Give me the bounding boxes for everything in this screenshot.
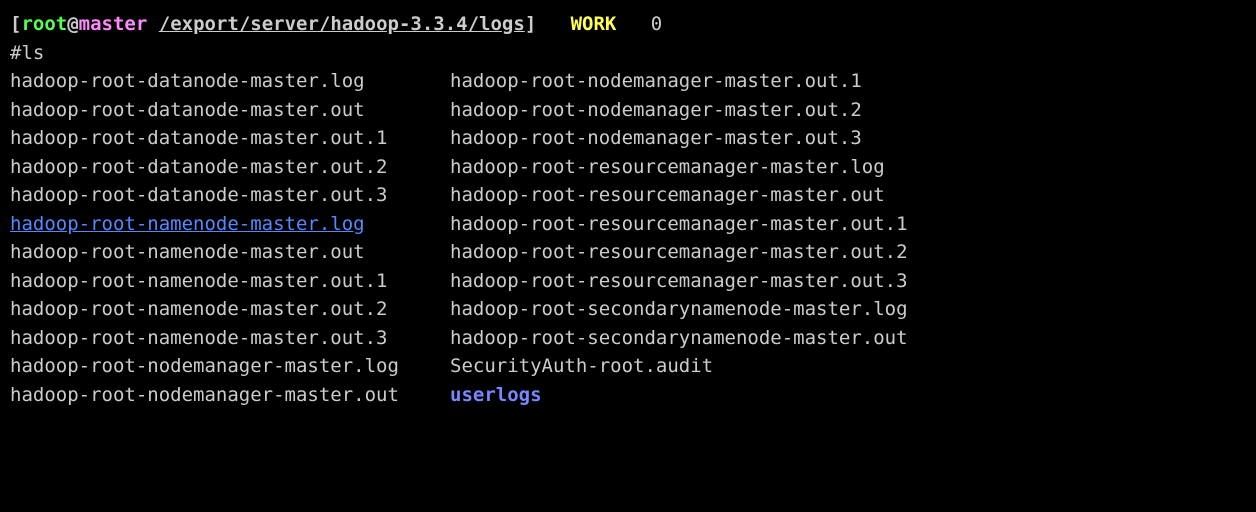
- prompt-number: 0: [651, 13, 662, 35]
- ls-entry: hadoop-root-resourcemanager-master.out.2: [450, 238, 908, 267]
- prompt-user: root: [21, 13, 67, 35]
- ls-output: hadoop-root-datanode-master.loghadoop-ro…: [10, 67, 1246, 409]
- ls-entry: hadoop-root-datanode-master.log: [10, 67, 450, 96]
- ls-column-2: hadoop-root-nodemanager-master.out.1hado…: [450, 67, 908, 409]
- ls-entry: hadoop-root-namenode-master.out.1: [10, 267, 450, 296]
- ls-entry: SecurityAuth-root.audit: [450, 352, 908, 381]
- ls-entry: hadoop-root-namenode-master.out.2: [10, 295, 450, 324]
- ls-entry: hadoop-root-namenode-master.out.3: [10, 324, 450, 353]
- ls-entry: hadoop-root-resourcemanager-master.out: [450, 181, 908, 210]
- bracket-open: [: [10, 13, 21, 35]
- ls-column-1: hadoop-root-datanode-master.loghadoop-ro…: [10, 67, 450, 409]
- ls-entry: userlogs: [450, 381, 908, 410]
- prompt-work: WORK: [571, 13, 617, 35]
- ls-entry: hadoop-root-secondarynamenode-master.log: [450, 295, 908, 324]
- command-line[interactable]: #ls: [10, 39, 1246, 68]
- bracket-close: ]: [525, 13, 536, 35]
- ls-entry: hadoop-root-datanode-master.out.1: [10, 124, 450, 153]
- ls-entry: hadoop-root-namenode-master.log: [10, 210, 450, 239]
- ls-entry: hadoop-root-secondarynamenode-master.out: [450, 324, 908, 353]
- ls-entry: hadoop-root-resourcemanager-master.out.1: [450, 210, 908, 239]
- ls-entry: hadoop-root-namenode-master.out: [10, 238, 450, 267]
- ls-entry: hadoop-root-datanode-master.out: [10, 96, 450, 125]
- ls-entry: hadoop-root-datanode-master.out.3: [10, 181, 450, 210]
- prompt-host: master: [79, 13, 148, 35]
- ls-entry: hadoop-root-datanode-master.out.2: [10, 153, 450, 182]
- prompt-path: /export/server/hadoop-3.3.4/logs: [159, 13, 525, 35]
- ls-entry: hadoop-root-nodemanager-master.out.2: [450, 96, 908, 125]
- prompt-at: @: [67, 13, 78, 35]
- ls-entry: hadoop-root-nodemanager-master.out.3: [450, 124, 908, 153]
- ls-entry: hadoop-root-nodemanager-master.log: [10, 352, 450, 381]
- shell-prompt: [root@master /export/server/hadoop-3.3.4…: [10, 10, 1246, 39]
- ls-entry: hadoop-root-nodemanager-master.out.1: [450, 67, 908, 96]
- ls-entry: hadoop-root-resourcemanager-master.log: [450, 153, 908, 182]
- ls-entry: hadoop-root-resourcemanager-master.out.3: [450, 267, 908, 296]
- ls-entry: hadoop-root-nodemanager-master.out: [10, 381, 450, 410]
